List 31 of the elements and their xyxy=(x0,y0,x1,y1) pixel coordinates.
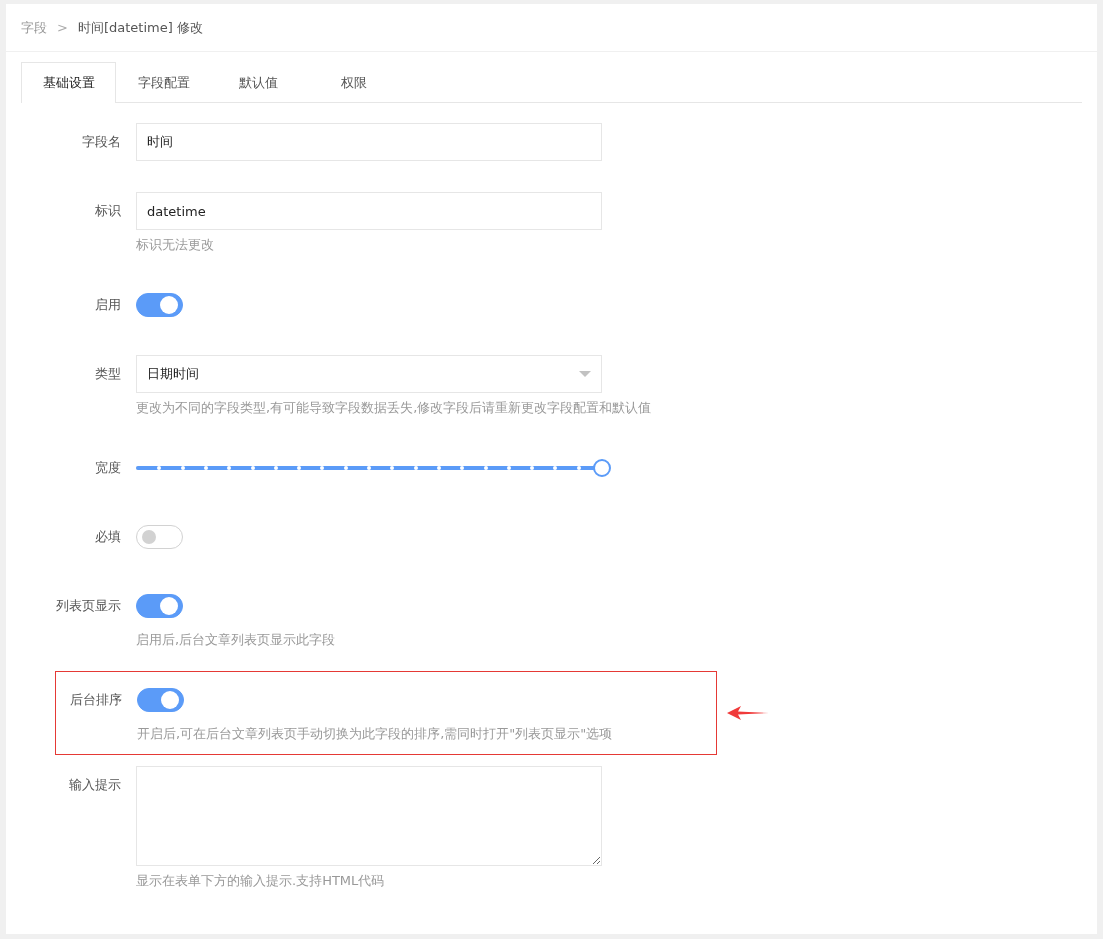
caret-icon xyxy=(579,371,591,377)
tab[interactable]: 默认值 xyxy=(211,62,306,102)
field-label: 后台排序 xyxy=(69,691,123,709)
toggle-switch[interactable] xyxy=(136,293,183,317)
toggle-switch[interactable] xyxy=(136,594,183,618)
hint-text: 开启后,可在后台文章列表页手动切换为此字段的排序,需同时打开"列表页显示"选项 xyxy=(137,725,614,743)
tab[interactable]: 权限 xyxy=(306,62,401,102)
breadcrumb-item: 时间[datetime] 修改 xyxy=(77,18,203,37)
tab[interactable]: 基础设置 xyxy=(21,62,116,103)
select-field[interactable]: 日期时间 xyxy=(136,355,602,393)
field-label: 输入提示 xyxy=(68,776,122,794)
field-label: 标识 xyxy=(94,202,122,220)
text-field[interactable]: datetime xyxy=(136,192,602,230)
tab[interactable]: 字段配置 xyxy=(116,62,211,102)
textarea-field[interactable] xyxy=(136,766,602,866)
field-label: 类型 xyxy=(94,365,122,383)
hint-text: 启用后,后台文章列表页显示此字段 xyxy=(136,631,337,649)
hint-text: 显示在表单下方的输入提示.支持HTML代码 xyxy=(136,872,386,890)
width-slider[interactable] xyxy=(136,459,611,477)
field-label: 宽度 xyxy=(94,459,122,477)
hint-text: 更改为不同的字段类型,有可能导致字段数据丢失,修改字段后请重新更改字段配置和默认值 xyxy=(136,399,653,417)
field-label: 必填 xyxy=(94,528,122,546)
text-field[interactable]: 时间 xyxy=(136,123,602,161)
field-label: 列表页显示 xyxy=(55,597,122,615)
hint-text: 标识无法更改 xyxy=(136,236,215,254)
toggle-switch[interactable] xyxy=(137,688,184,712)
field-label: 字段名 xyxy=(81,133,122,151)
breadcrumb-separator: > xyxy=(57,20,68,35)
toggle-switch[interactable] xyxy=(136,525,183,549)
field-label: 启用 xyxy=(94,296,122,314)
slider-thumb[interactable] xyxy=(593,459,611,477)
